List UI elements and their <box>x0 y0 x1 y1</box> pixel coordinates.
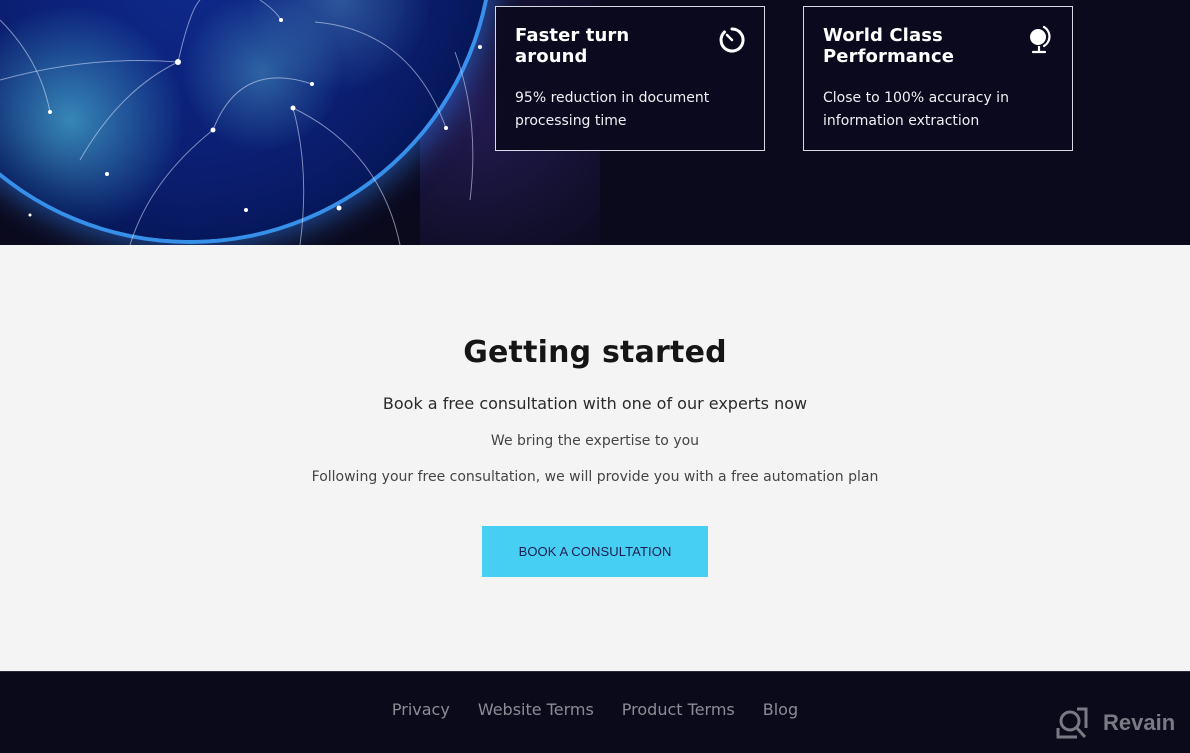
expertise-text: We bring the expertise to you <box>490 433 700 449</box>
getting-started-section: Getting started Book a free consultation… <box>0 245 1190 671</box>
footer-link-blog[interactable]: Blog <box>763 700 798 719</box>
feature-description-line: information extraction <box>823 113 980 129</box>
feature-description-line: processing time <box>515 113 627 129</box>
feature-description: Close to 100% accuracy in information ex… <box>823 87 1053 133</box>
section-subtitle: Book a free consultation with one of our… <box>382 394 808 413</box>
footer-link-privacy[interactable]: Privacy <box>392 700 450 719</box>
globe-icon <box>1030 25 1051 54</box>
footer-nav: Privacy Website Terms Product Terms Blog <box>0 700 1190 719</box>
feature-title: World Class Performance <box>823 25 1003 67</box>
footer-link-website-terms[interactable]: Website Terms <box>478 700 594 719</box>
feature-description-line: Close to 100% accuracy in <box>823 90 1009 106</box>
feature-description-line: 95% reduction in document <box>515 90 710 106</box>
hero-section: Faster turn around 95% reduction in docu… <box>0 0 1190 245</box>
feature-description: 95% reduction in document processing tim… <box>515 87 745 133</box>
feature-title-line: Faster turn <box>515 25 630 46</box>
feature-title-line: around <box>515 46 588 67</box>
feature-title: Faster turn around <box>515 25 695 67</box>
automation-plan-text: Following your free consultation, we wil… <box>311 469 879 485</box>
section-title: Getting started <box>463 335 727 370</box>
book-consultation-button[interactable]: BOOK A CONSULTATION <box>482 526 708 577</box>
footer: Privacy Website Terms Product Terms Blog <box>0 671 1190 753</box>
feature-card-turnaround: Faster turn around 95% reduction in docu… <box>495 6 765 151</box>
revain-watermark: Revain <box>1055 706 1175 740</box>
feature-title-line: Performance <box>823 46 955 67</box>
feature-card-performance: World Class Performance Close to 100% ac… <box>803 6 1073 151</box>
revain-text: Revain <box>1103 710 1176 735</box>
revain-logo-icon <box>1056 707 1088 739</box>
stopwatch-icon <box>719 27 745 53</box>
footer-link-product-terms[interactable]: Product Terms <box>622 700 735 719</box>
feature-title-line: World Class <box>823 25 943 46</box>
